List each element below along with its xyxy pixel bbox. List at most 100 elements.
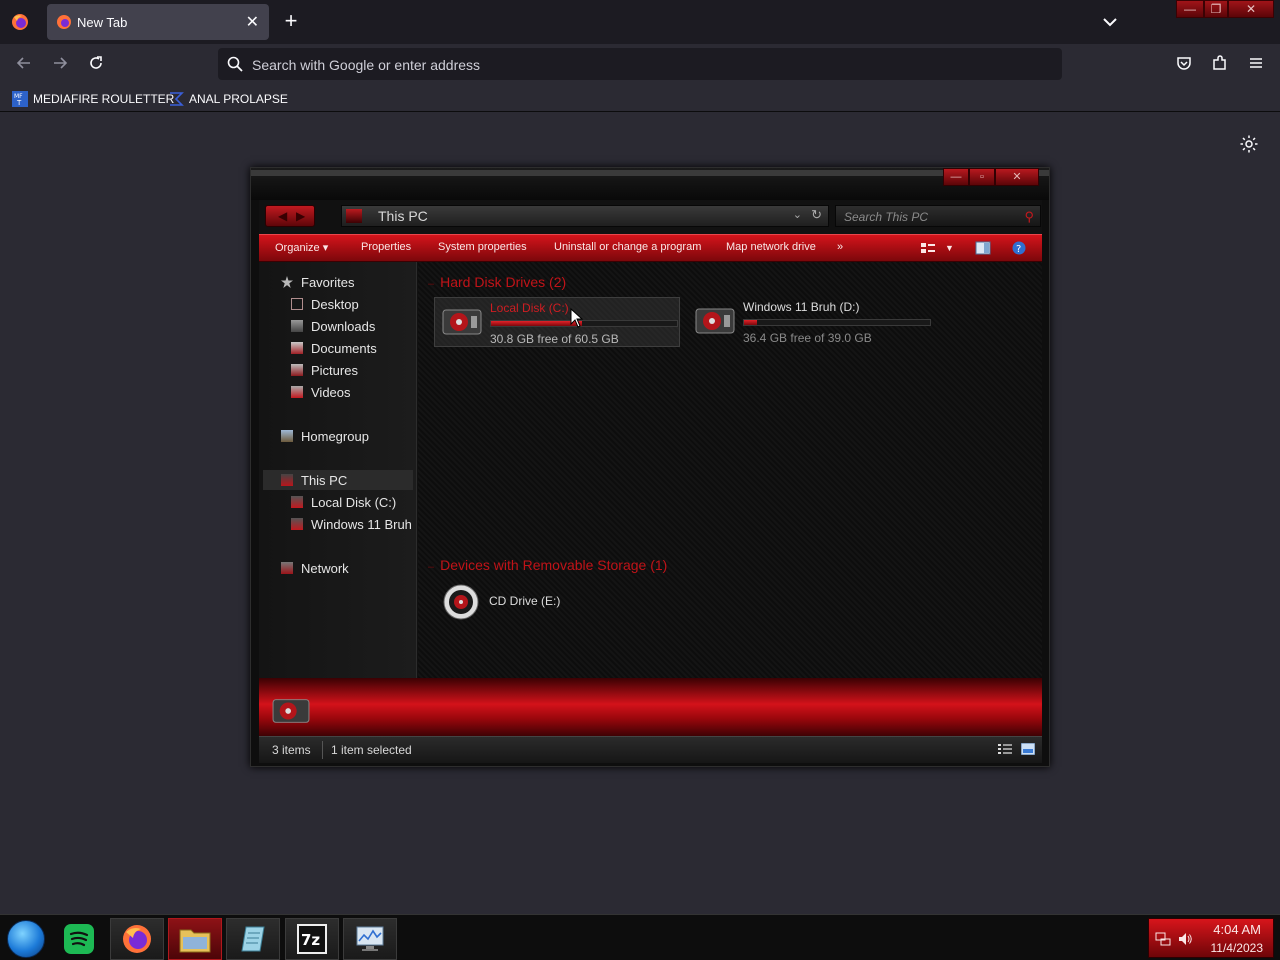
taskbar-notepad[interactable] [226, 918, 280, 960]
nav-favorites: Favorites [281, 272, 354, 292]
explorer-content-pane: Hard Disk Drives (2) Local Disk (C:) 30.… [418, 262, 1042, 678]
navigation-toolbar: Search with Google or enter address [0, 44, 1280, 85]
forward-button[interactable] [49, 54, 71, 76]
drive-usage-fill [744, 320, 758, 325]
new-tab-button[interactable]: + [280, 10, 302, 32]
clock-time[interactable]: 4:04 AM [1213, 922, 1261, 937]
cmd-system-properties: System properties [438, 241, 527, 253]
nav-this-pc: This PC [263, 470, 413, 490]
hamburger-menu-icon [1250, 58, 1262, 68]
refresh-icon: ↻ [811, 207, 822, 222]
extensions-button[interactable] [1209, 54, 1231, 76]
nav-pictures: Pictures [291, 360, 358, 380]
folder-icon [179, 929, 211, 953]
details-view-icon [998, 744, 1012, 754]
explorer-body: ◀ ▶ This PC ⌄ ↻ Search This PC ⚲ Organiz… [259, 200, 1042, 763]
pictures-icon [291, 364, 303, 376]
taskbar-7zip[interactable]: 7z [285, 918, 339, 960]
bookmark-mediafire[interactable]: MF T MEDIAFIRE ROULETTER [12, 90, 174, 108]
nav-windows-11-bruh: Windows 11 Bruh [291, 514, 412, 534]
nav-documents: Documents [291, 338, 377, 358]
monitor-chart-icon [356, 926, 384, 951]
minimize-icon: — [1184, 2, 1196, 16]
maximize-icon: ▫ [980, 171, 984, 183]
bookmarks-toolbar: MF T MEDIAFIRE ROULETTER ANAL PROLAPSE [0, 85, 1280, 112]
taskbar-firefox[interactable] [110, 918, 164, 960]
address-text: This PC [378, 208, 428, 224]
star-icon [281, 276, 293, 288]
svg-text:?: ? [1016, 244, 1021, 255]
chevron-down-icon[interactable] [1100, 12, 1120, 32]
taskbar-file-explorer[interactable] [168, 918, 222, 960]
computer-icon [346, 209, 362, 223]
minimize-button[interactable]: — [1176, 0, 1204, 18]
status-item-count: 3 items [272, 743, 311, 757]
taskbar-spotify[interactable] [52, 918, 106, 960]
taskbar-task-manager[interactable] [343, 918, 397, 960]
view-options-icon [921, 243, 935, 253]
bookmark-prolapse[interactable]: ANAL PROLAPSE [168, 90, 288, 108]
search-icon: ⚲ [1024, 209, 1034, 224]
app-menu-button[interactable] [1245, 54, 1267, 76]
videos-icon [291, 386, 303, 398]
explorer-minimize-button: — [943, 168, 969, 186]
sigma-icon [170, 92, 184, 106]
cmd-organize: Organize ▾ [275, 242, 329, 254]
explorer-status-bar: 3 items 1 item selected [259, 736, 1042, 763]
explorer-address-bar: This PC ⌄ ↻ [341, 205, 829, 227]
explorer-window-image: — ▫ ✕ ◀ ▶ This PC ⌄ ↻ Search This PC ⚲ O… [250, 167, 1050, 767]
tab-close-button[interactable]: ✕ [246, 12, 259, 32]
homegroup-icon [281, 430, 293, 442]
start-button[interactable] [7, 920, 45, 958]
network-icon[interactable] [1155, 931, 1171, 947]
cmd-more: » [837, 241, 844, 253]
bookmark-label: MEDIAFIRE ROULETTER [33, 92, 175, 106]
drive-windows-11-bruh-d: Windows 11 Bruh (D:) 36.4 GB free of 39.… [688, 297, 934, 347]
reload-button[interactable] [85, 54, 107, 76]
mediafire-icon: MFT [12, 91, 28, 107]
pocket-button[interactable] [1173, 54, 1195, 76]
hard-drive-icon [442, 309, 482, 335]
clock-date[interactable]: 11/4/2023 [1211, 941, 1264, 955]
drive-icon [291, 496, 303, 508]
drive-cd-e: CD Drive (E:) [443, 582, 603, 622]
desktop-icon [291, 298, 303, 310]
hard-drive-icon [272, 699, 310, 723]
tab-new-tab[interactable]: New Tab ✕ [47, 4, 269, 40]
url-bar[interactable]: Search with Google or enter address [218, 48, 1062, 80]
url-placeholder: Search with Google or enter address [252, 57, 481, 73]
cd-drive-name: CD Drive (E:) [489, 594, 561, 608]
close-window-button[interactable]: ✕ [1228, 0, 1274, 18]
drive-free-space: 30.8 GB free of 60.5 GB [490, 332, 619, 346]
gear-icon[interactable] [1239, 134, 1259, 154]
arrow-left-icon [16, 57, 30, 69]
reload-icon [90, 56, 102, 69]
svg-text:7z: 7z [301, 931, 320, 949]
bookmark-label: ANAL PROLAPSE [189, 92, 288, 106]
system-tray: 4:04 AM 11/4/2023 [1148, 918, 1274, 958]
cmd-uninstall: Uninstall or change a program [554, 241, 702, 253]
large-icons-view-icon [1021, 743, 1035, 755]
volume-icon[interactable] [1177, 931, 1193, 947]
preview-pane-icon [975, 241, 991, 255]
search-icon [227, 56, 243, 72]
restore-button[interactable]: ❐ [1204, 0, 1228, 18]
help-icon: ? [1012, 241, 1026, 255]
nav-downloads: Downloads [291, 316, 375, 336]
drive-name: Windows 11 Bruh (D:) [743, 300, 860, 314]
chevron-down-icon: ⌄ [792, 209, 802, 221]
restore-icon: ❐ [1210, 2, 1222, 16]
drive-local-disk-c: Local Disk (C:) 30.8 GB free of 60.5 GB [434, 297, 680, 347]
svg-text:T: T [16, 99, 22, 107]
firefox-view-icon[interactable] [10, 12, 30, 32]
taskbar: 7z 4:04 AM 11/4/2023 [0, 914, 1280, 960]
cmd-properties: Properties [361, 241, 412, 253]
drive-usage-fill [491, 321, 583, 326]
explorer-search-box: Search This PC ⚲ [835, 205, 1041, 227]
arrow-right-icon [54, 57, 68, 69]
nav-local-disk: Local Disk (C:) [291, 492, 396, 512]
titlebar-strip [251, 170, 1049, 176]
back-button[interactable] [13, 54, 35, 76]
downloads-icon [291, 320, 303, 332]
close-icon: ✕ [1245, 2, 1257, 16]
